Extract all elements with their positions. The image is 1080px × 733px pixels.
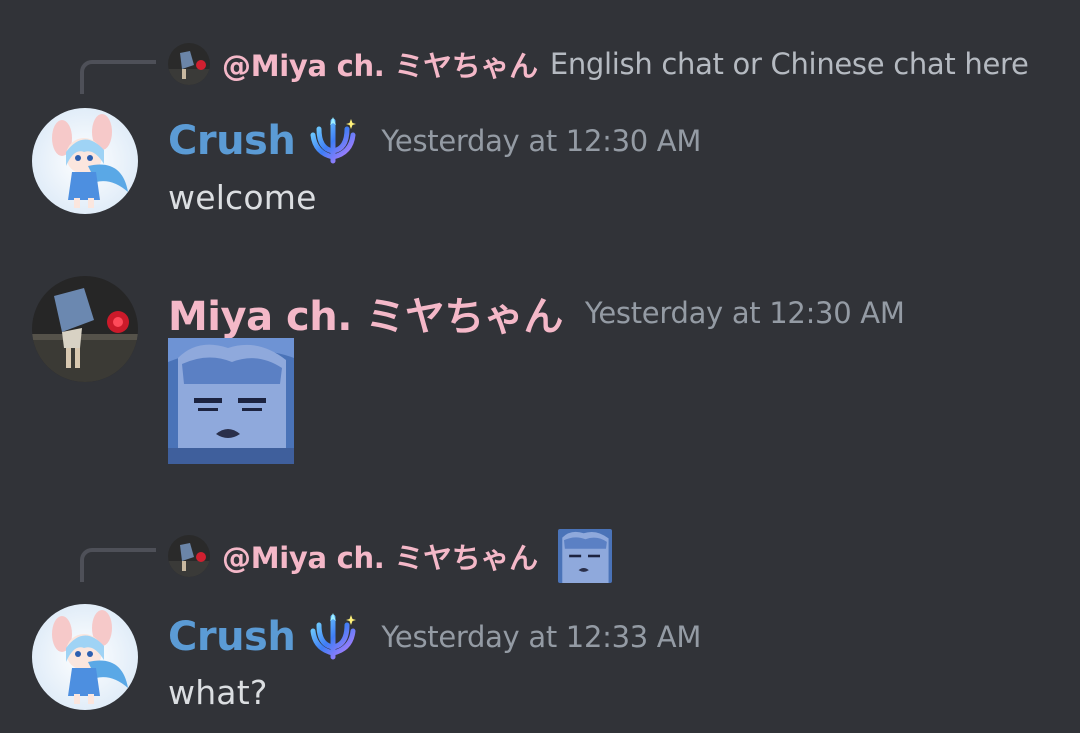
message-content: welcome [168, 178, 317, 217]
reply-preview-text[interactable]: English chat or Chinese chat here [550, 47, 1029, 81]
trident-badge-icon[interactable] [307, 115, 359, 167]
reply-connector [80, 60, 156, 94]
trident-badge-icon[interactable] [307, 611, 359, 663]
message-header: Crush Yesterday at 12:30 AM [168, 115, 701, 167]
miya-avatar[interactable] [32, 276, 138, 382]
message-timestamp[interactable]: Yesterday at 12:30 AM [585, 296, 905, 330]
message-header: Crush Yesterday at 12:33 AM [168, 611, 701, 663]
message-header: Miya ch. ミヤちゃん Yesterday at 12:30 AM [168, 284, 905, 342]
message-timestamp[interactable]: Yesterday at 12:33 AM [381, 620, 701, 654]
reply-mention[interactable]: @Miya ch. ミヤちゃん [222, 43, 538, 85]
reply-sticker-thumbnail[interactable] [557, 529, 612, 583]
miya-mini-avatar[interactable] [168, 43, 210, 85]
author-name[interactable]: Miya ch. ミヤちゃん [168, 284, 563, 342]
sticker-image[interactable] [168, 338, 294, 464]
crush-avatar[interactable] [32, 108, 138, 214]
reply-reference[interactable]: @Miya ch. ミヤちゃん [168, 528, 612, 584]
reply-reference[interactable]: @Miya ch. ミヤちゃん English chat or Chinese … [168, 42, 1029, 86]
reply-mention[interactable]: @Miya ch. ミヤちゃん [222, 535, 538, 577]
message-content: what? [168, 673, 268, 712]
message-timestamp[interactable]: Yesterday at 12:30 AM [381, 124, 701, 158]
reply-connector [80, 548, 156, 582]
author-name[interactable]: Crush [168, 118, 296, 164]
author-name[interactable]: Crush [168, 614, 296, 660]
miya-mini-avatar[interactable] [168, 535, 210, 577]
crush-avatar[interactable] [32, 604, 138, 710]
